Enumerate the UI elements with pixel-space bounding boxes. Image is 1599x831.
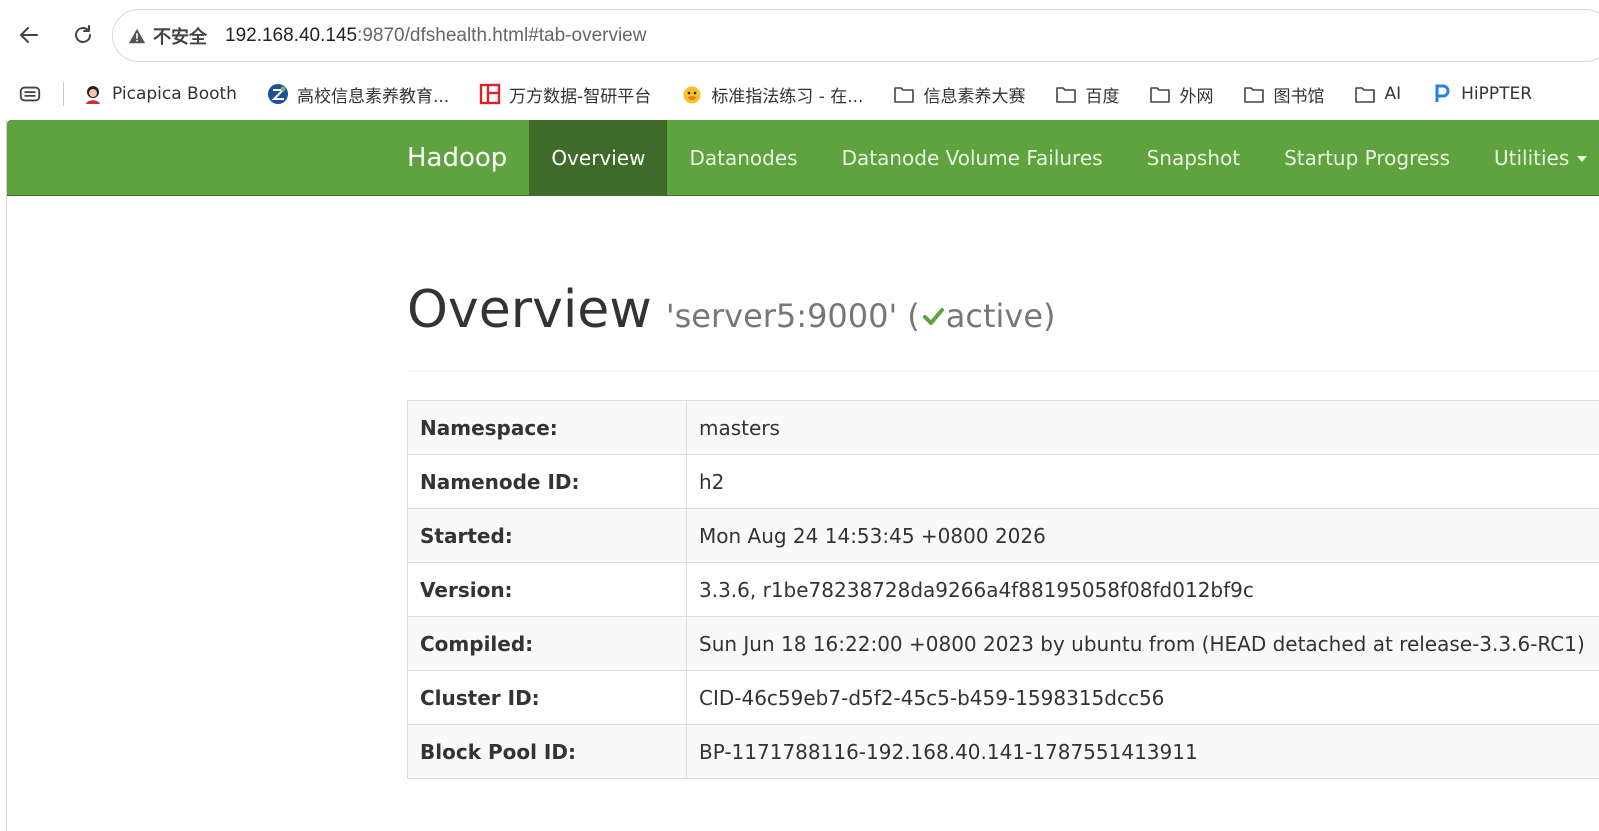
bookmark-folder-ai[interactable]: AI [1354, 83, 1401, 105]
row-key: Version: [407, 562, 687, 617]
row-value: 3.3.6, r1be78238728da9266a4f88195058f08f… [686, 562, 1599, 617]
table-row: Version: 3.3.6, r1be78238728da9266a4f881… [407, 562, 1599, 617]
hadoop-navbar: Hadoop Overview Datanodes Datanode Volum… [7, 120, 1599, 196]
avatar-icon [82, 83, 104, 105]
row-key: Block Pool ID: [407, 724, 687, 779]
bookmark-folder-baidu[interactable]: 百度 [1055, 82, 1119, 107]
bookmark-label: 标准指法练习 - 在... [711, 86, 864, 107]
folder-icon [1243, 83, 1265, 105]
nav-tab-overview[interactable]: Overview [529, 120, 668, 195]
nav-tab-datanodes[interactable]: Datanodes [667, 120, 819, 195]
browser-chrome: 不安全 192.168.40.145:9870/dfshealth.html#t… [0, 0, 1599, 120]
paren-close: ) [1043, 297, 1056, 335]
bookmark-folder-library[interactable]: 图书馆 [1243, 82, 1324, 107]
reload-button[interactable] [66, 18, 100, 52]
row-value: Mon Aug 24 14:53:45 +0800 2026 [686, 508, 1599, 563]
utilities-label: Utilities [1494, 145, 1570, 170]
nav-dropdown-utilities[interactable]: Utilities [1472, 120, 1599, 195]
p-logo-icon [1431, 83, 1453, 105]
check-icon [922, 308, 944, 325]
bookmark-label: 外网 [1179, 86, 1214, 107]
bookmark-info-literacy-education[interactable]: 高校信息素养教育... [267, 82, 449, 107]
page-viewport: Hadoop Overview Datanodes Datanode Volum… [6, 120, 1599, 831]
bookmark-label: AI [1384, 84, 1402, 104]
tab-search-icon[interactable] [17, 81, 43, 107]
row-value: BP-1171788116-192.168.40.141-17875514139… [686, 724, 1599, 779]
bookmark-typing-practice[interactable]: 标准指法练习 - 在... [681, 82, 863, 107]
bookmark-label: 百度 [1085, 86, 1120, 107]
table-row: Block Pool ID: BP-1171788116-192.168.40.… [407, 724, 1599, 779]
address-bar[interactable]: 不安全 192.168.40.145:9870/dfshealth.html#t… [112, 9, 1599, 62]
bookmark-label: 图书馆 [1273, 86, 1325, 107]
row-key: Compiled: [407, 616, 687, 671]
table-row: Namespace: masters [407, 400, 1599, 455]
bookmark-label: 万方数据-智研平台 [509, 86, 652, 107]
nav-tab-startup-progress[interactable]: Startup Progress [1262, 120, 1472, 195]
table-row: Started: Mon Aug 24 14:53:45 +0800 2026 [407, 508, 1599, 563]
folder-icon [893, 83, 915, 105]
namenode-address: 'server5:9000' [665, 297, 898, 335]
url-host: 192.168.40.145 [225, 24, 358, 46]
url-text[interactable]: 192.168.40.145:9870/dfshealth.html#tab-o… [225, 25, 646, 47]
paren-open: ( [907, 297, 920, 335]
caret-down-icon [1577, 156, 1588, 162]
url-path: :9870/dfshealth.html#tab-overview [357, 24, 647, 46]
row-value: masters [686, 400, 1599, 455]
table-row: Namenode ID: h2 [407, 454, 1599, 509]
folder-icon [1055, 83, 1077, 105]
warning-icon[interactable] [127, 26, 147, 46]
row-key: Started: [407, 508, 687, 563]
bookmark-label: 信息素养大赛 [923, 86, 1026, 107]
row-key: Cluster ID: [407, 670, 687, 725]
z-logo-icon [267, 83, 289, 105]
duck-icon [681, 83, 703, 105]
nav-tab-snapshot[interactable]: Snapshot [1125, 120, 1263, 195]
bookmark-label: HiPPTER [1461, 84, 1533, 104]
bookmark-folder-external[interactable]: 外网 [1149, 82, 1213, 107]
bookmark-picapica-booth[interactable]: Picapica Booth [82, 83, 237, 105]
nav-tab-datanode-volume-failures[interactable]: Datanode Volume Failures [820, 120, 1125, 195]
folder-icon [1354, 83, 1376, 105]
row-key: Namenode ID: [407, 454, 687, 509]
namenode-status: active [945, 297, 1044, 335]
page-title: Overview [407, 280, 652, 340]
bookmark-wanfang-data[interactable]: 万方数据-智研平台 [479, 82, 651, 107]
table-row: Compiled: Sun Jun 18 16:22:00 +0800 2023… [407, 616, 1599, 671]
bookmarks-separator [63, 82, 64, 106]
bookmark-hippter[interactable]: HiPPTER [1431, 83, 1532, 105]
arrow-left-icon [20, 27, 38, 43]
row-value: h2 [686, 454, 1599, 509]
bookmark-label: Picapica Booth [112, 84, 237, 104]
overview-table: Namespace: masters Namenode ID: h2 Start… [407, 400, 1599, 779]
reload-icon [75, 25, 91, 43]
table-row: Cluster ID: CID-46c59eb7-d5f2-45c5-b459-… [407, 670, 1599, 725]
folder-icon [1149, 83, 1171, 105]
row-value: CID-46c59eb7-d5f2-45c5-b459-1598315dcc56 [686, 670, 1599, 725]
security-status-label[interactable]: 不安全 [153, 23, 207, 49]
navbar-brand[interactable]: Hadoop [407, 120, 529, 195]
bookmark-label: 高校信息素养教育... [296, 86, 450, 107]
bookmarks-bar: Picapica Booth 高校信息素养教育... 万方数据-智研平台 标准指… [0, 76, 1599, 112]
wanfang-logo-icon [479, 83, 501, 105]
bookmark-folder-info-literacy-contest[interactable]: 信息素养大赛 [893, 82, 1025, 107]
page-header: Overview 'server5:9000' ( active ) [407, 280, 1599, 372]
back-button[interactable] [12, 18, 46, 52]
row-value: Sun Jun 18 16:22:00 +0800 2023 by ubuntu… [686, 616, 1599, 671]
row-key: Namespace: [407, 400, 687, 455]
